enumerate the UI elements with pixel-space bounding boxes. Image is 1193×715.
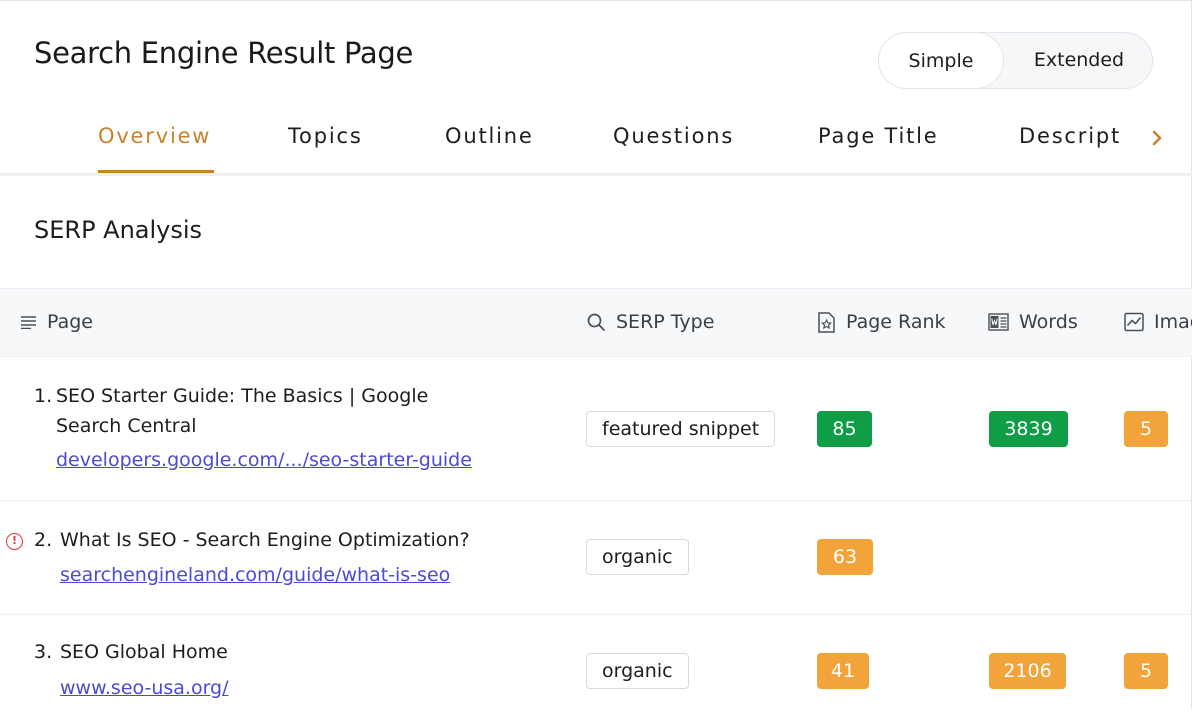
tab-page-title[interactable]: Page Title bbox=[818, 124, 939, 148]
table-row: 3. SEO Global Home www.seo-usa.org/ orga… bbox=[0, 615, 1192, 715]
row-number: 1. bbox=[34, 385, 53, 407]
chart-image-icon bbox=[1124, 312, 1144, 332]
result-link[interactable]: developers.google.com/.../seo-starter-gu… bbox=[56, 449, 472, 471]
column-page[interactable]: Page bbox=[20, 311, 93, 333]
page-rank-badge: 63 bbox=[817, 539, 873, 575]
column-page-rank-label: Page Rank bbox=[846, 311, 946, 333]
toggle-extended[interactable]: Extended bbox=[1005, 32, 1153, 89]
tab-topics[interactable]: Topics bbox=[288, 124, 363, 148]
toggle-simple[interactable]: Simple bbox=[878, 32, 1004, 89]
serp-type-tag: organic bbox=[586, 539, 689, 575]
column-page-rank[interactable]: Page Rank bbox=[817, 311, 946, 333]
page-title: Search Engine Result Page bbox=[34, 36, 413, 70]
table-header: Page SERP Type Page Rank Words Imag bbox=[0, 288, 1192, 357]
column-serp-type[interactable]: SERP Type bbox=[586, 311, 714, 333]
column-words-label: Words bbox=[1019, 311, 1078, 333]
words-badge: 3839 bbox=[989, 411, 1068, 447]
serp-type-tag: featured snippet bbox=[586, 411, 776, 447]
view-toggle: Simple Extended bbox=[878, 32, 1153, 89]
column-serp-type-label: SERP Type bbox=[616, 311, 715, 333]
table-row: ! 2. What Is SEO - Search Engine Optimiz… bbox=[0, 501, 1192, 615]
images-badge: 5 bbox=[1124, 653, 1168, 689]
result-title: SEO Starter Guide: The Basics | Google S… bbox=[56, 385, 429, 437]
column-images[interactable]: Imag bbox=[1124, 311, 1192, 333]
words-badge: 2106 bbox=[989, 653, 1066, 689]
result-link[interactable]: searchengineland.com/guide/what-is-seo bbox=[60, 564, 450, 586]
column-words[interactable]: Words bbox=[988, 311, 1078, 333]
row-number: 2. bbox=[34, 529, 53, 551]
active-tab-indicator bbox=[98, 170, 214, 173]
search-icon bbox=[587, 313, 605, 331]
warning-icon[interactable]: ! bbox=[6, 533, 23, 550]
chevron-right-icon[interactable] bbox=[1150, 126, 1168, 150]
column-page-label: Page bbox=[47, 311, 93, 333]
serp-type-tag: organic bbox=[586, 653, 689, 689]
column-images-label: Imag bbox=[1154, 311, 1192, 333]
tab-description[interactable]: Descript bbox=[1019, 124, 1121, 148]
tab-bar: Overview Topics Outline Questions Page T… bbox=[0, 110, 1192, 176]
section-title: SERP Analysis bbox=[34, 216, 203, 244]
ranked-page-icon bbox=[818, 311, 835, 333]
result-title: SEO Global Home bbox=[60, 641, 228, 663]
word-document-icon bbox=[988, 313, 1009, 331]
tab-questions[interactable]: Questions bbox=[613, 124, 734, 148]
images-badge: 5 bbox=[1124, 411, 1168, 447]
table-row: 1. SEO Starter Guide: The Basics | Googl… bbox=[0, 357, 1192, 501]
row-number: 3. bbox=[34, 641, 53, 663]
lines-icon bbox=[21, 316, 36, 329]
page-rank-badge: 41 bbox=[817, 653, 869, 689]
tab-overview[interactable]: Overview bbox=[98, 124, 211, 148]
tab-outline[interactable]: Outline bbox=[445, 124, 534, 148]
page-rank-badge: 85 bbox=[817, 411, 872, 447]
result-link[interactable]: www.seo-usa.org/ bbox=[60, 677, 229, 699]
result-title: What Is SEO - Search Engine Optimization… bbox=[60, 529, 470, 551]
